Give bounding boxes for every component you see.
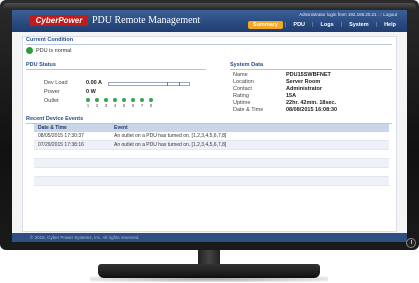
outlet-number: 4 bbox=[113, 103, 117, 108]
outlet-number: 3 bbox=[104, 103, 108, 108]
load-warning-tick bbox=[167, 82, 168, 86]
sys-location-label: Location bbox=[233, 79, 254, 85]
outlet-8: 8 bbox=[149, 98, 153, 108]
outlet-4: 4 bbox=[113, 98, 117, 108]
screen: CyberPower PDU Remote Management Adminis… bbox=[12, 10, 407, 242]
outlet-led-icon bbox=[104, 98, 108, 102]
system-data-title: System Data bbox=[230, 62, 264, 68]
power-value: 0 W bbox=[86, 89, 96, 95]
column-header-datetime[interactable]: Date & Time bbox=[34, 124, 110, 132]
tab-logs[interactable]: Logs bbox=[315, 21, 338, 29]
event-datetime: 08/05/2015 17:30:37 bbox=[34, 132, 110, 141]
outlet-led-icon bbox=[131, 98, 135, 102]
stand-shadow bbox=[90, 276, 328, 282]
logout-link[interactable]: Logout bbox=[383, 12, 397, 17]
table-header-row: Date & Time Event bbox=[34, 124, 389, 132]
outlet-number: 5 bbox=[122, 103, 126, 108]
sys-name-value: PDU15SWBFNET bbox=[286, 72, 331, 78]
sys-rating-value: 15A bbox=[286, 93, 297, 99]
outlet-5: 5 bbox=[122, 98, 126, 108]
outlet-number: 2 bbox=[95, 103, 99, 108]
dev-load-bar bbox=[108, 82, 190, 86]
dev-load-value: 0.00 A bbox=[86, 80, 103, 86]
recent-events-title: Recent Device Events bbox=[26, 116, 84, 122]
outlet-number: 8 bbox=[149, 103, 153, 108]
divider bbox=[26, 69, 206, 70]
outlet-number: 1 bbox=[86, 103, 90, 108]
footer: © 2015, Cyber Power Systems, Inc. All ri… bbox=[12, 233, 407, 242]
tab-pdu[interactable]: PDU bbox=[288, 21, 310, 29]
outlet-led-icon bbox=[149, 98, 153, 102]
sys-datetime-value: 08/08/2015 16:08:30 bbox=[286, 107, 338, 113]
sys-contact-value: Administrator bbox=[286, 86, 323, 92]
tab-summary[interactable]: Summary bbox=[247, 21, 283, 29]
sys-contact-label: Contact bbox=[233, 86, 252, 92]
pdu-status-title: PDU Status bbox=[26, 62, 56, 68]
sys-rating-label: Rating bbox=[233, 93, 249, 99]
power-label: Power bbox=[44, 89, 60, 95]
outlet-label: Outlet bbox=[44, 98, 59, 104]
login-info-text: Administrator login from 192.168.20.21 bbox=[299, 12, 377, 17]
bezel-highlight bbox=[3, 3, 416, 9]
table-row-empty bbox=[34, 176, 389, 186]
monitor-frame: CyberPower PDU Remote Management Adminis… bbox=[0, 0, 419, 250]
outlet-led-icon bbox=[95, 98, 99, 102]
power-icon[interactable] bbox=[406, 238, 416, 248]
dev-load-label: Dev Load bbox=[44, 80, 68, 86]
load-overload-tick bbox=[179, 82, 180, 86]
current-condition-title: Current Condition bbox=[26, 37, 74, 43]
status-ok-icon bbox=[26, 47, 33, 54]
outlet-indicators: 1 2 3 4 5 6 7 8 bbox=[86, 98, 153, 108]
sys-location-value: Server Room bbox=[286, 79, 321, 85]
sys-datetime-label: Date & Time bbox=[233, 107, 264, 113]
table-row-empty bbox=[34, 149, 389, 159]
outlet-1: 1 bbox=[86, 98, 90, 108]
outlet-6: 6 bbox=[131, 98, 135, 108]
nav-separator: | bbox=[375, 22, 378, 28]
app-title: PDU Remote Management bbox=[92, 15, 201, 26]
status-text: PDU is normal bbox=[36, 48, 72, 54]
cyberpower-logo: CyberPower bbox=[30, 15, 88, 26]
outlet-number: 7 bbox=[140, 103, 144, 108]
login-info: Administrator login from 192.168.20.21 ⚠… bbox=[299, 12, 397, 18]
table-row: 07/29/2015 17:38:16 An outlet on a PDU h… bbox=[34, 140, 389, 150]
main-nav: Summary | PDU | Logs | System | Help bbox=[247, 21, 401, 29]
divider bbox=[26, 44, 392, 45]
table-row-empty bbox=[34, 167, 389, 177]
sys-uptime-value: 22hr. 42min. 18sec. bbox=[286, 100, 337, 106]
tab-system[interactable]: System bbox=[344, 21, 374, 29]
outlet-3: 3 bbox=[104, 98, 108, 108]
sys-name-label: Name bbox=[233, 72, 248, 78]
events-table: Date & Time Event 08/05/2015 17:30:37 An… bbox=[34, 124, 389, 186]
event-text: An outlet on a PDU has turned on. [1,2,3… bbox=[110, 140, 389, 150]
event-text: An outlet on a PDU has turned on. [1,2,3… bbox=[110, 132, 389, 141]
outlet-7: 7 bbox=[140, 98, 144, 108]
event-datetime: 07/29/2015 17:38:16 bbox=[34, 140, 110, 150]
nav-separator: | bbox=[312, 22, 314, 28]
outlet-led-icon bbox=[122, 98, 126, 102]
column-header-event[interactable]: Event bbox=[110, 124, 389, 132]
divider bbox=[230, 69, 392, 70]
table-row: 08/05/2015 17:30:37 An outlet on a PDU h… bbox=[34, 132, 389, 141]
outlet-led-icon bbox=[113, 98, 117, 102]
nav-separator: | bbox=[340, 22, 343, 28]
table-row-empty bbox=[34, 158, 389, 168]
outlet-led-icon bbox=[140, 98, 144, 102]
tab-help[interactable]: Help bbox=[379, 21, 401, 29]
nav-separator: | bbox=[284, 22, 287, 28]
outlet-led-icon bbox=[86, 98, 90, 102]
outlet-number: 6 bbox=[131, 103, 135, 108]
outlet-2: 2 bbox=[95, 98, 99, 108]
sys-uptime-label: Uptime bbox=[233, 100, 251, 106]
app-header: CyberPower PDU Remote Management Adminis… bbox=[12, 10, 407, 32]
